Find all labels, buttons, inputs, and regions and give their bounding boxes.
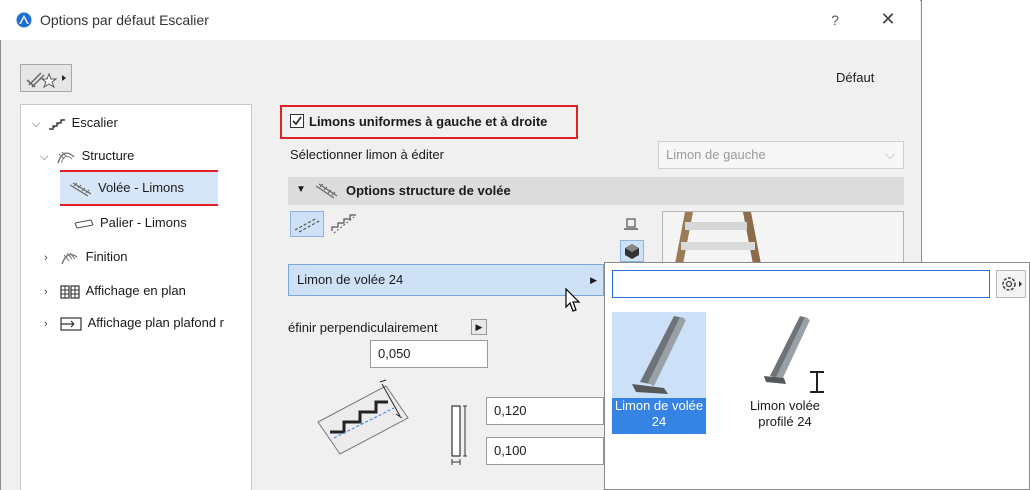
stair-icon <box>48 118 65 130</box>
section-title: Options structure de volée <box>346 183 511 198</box>
stringer-width-input[interactable]: 0,120 <box>486 397 604 425</box>
flat-stringer-mode-button[interactable] <box>290 211 324 237</box>
uniform-stringers-label: Limons uniformes à gauche et à droite <box>309 114 548 129</box>
tree-item-label: Structure <box>81 148 135 163</box>
landing-stringer-icon <box>74 219 94 229</box>
tree-item-volee-limons[interactable]: Volée - Limons <box>60 172 218 204</box>
tree-item-escalier[interactable]: ⌵ Escalier <box>32 112 118 134</box>
plan-view-icon <box>624 218 638 230</box>
3d-view-button[interactable] <box>620 240 644 262</box>
app-logo-icon <box>16 12 32 28</box>
stringer-profile-diagram <box>317 379 409 455</box>
select-stringer-dropdown[interactable]: Limon de gauche ⌵ <box>658 141 904 169</box>
profiled-stringer-thumbnail <box>764 316 824 393</box>
library-item-label: Limon volée <box>749 398 821 413</box>
stringer-type-dropdown[interactable]: Limon de volée 24 ▶ <box>288 264 604 296</box>
collapse-triangle-icon: ▼ <box>296 184 306 195</box>
chevron-down-icon: ⌵ <box>32 118 41 130</box>
library-search-input[interactable] <box>612 270 990 298</box>
default-label: Défaut <box>836 70 875 85</box>
offset-input[interactable]: 0,050 <box>370 340 488 368</box>
stepped-stringer-mode-button[interactable] <box>328 211 358 237</box>
section-dimension-diagram <box>451 405 467 465</box>
chevron-right-icon: › <box>44 318 48 330</box>
uniform-stringers-checkbox[interactable] <box>290 114 304 128</box>
tree-item-label: Affichage plan plafond r <box>87 315 224 330</box>
section-header[interactable]: ▼ Options structure de volée <box>288 177 904 205</box>
chevron-down-icon: ⌵ <box>40 151 49 163</box>
library-item-label: 24 <box>612 414 706 434</box>
finish-icon <box>61 252 77 264</box>
3d-view-icon <box>625 244 639 259</box>
window-title: Options par défaut Escalier <box>40 12 209 28</box>
sloped-stringer-icon <box>294 217 322 233</box>
chevron-right-icon: › <box>44 252 48 264</box>
select-stringer-label: Sélectionner limon à éditer <box>290 147 444 162</box>
mouse-cursor-icon <box>565 288 581 312</box>
favorites-button[interactable] <box>20 64 72 92</box>
tree-item-affichage-plan[interactable]: › Affichage en plan <box>44 280 186 302</box>
structure-icon <box>57 151 75 163</box>
library-settings-button[interactable] <box>996 270 1026 298</box>
triangle-right-icon: ▶ <box>590 275 597 285</box>
stringer-preview-image <box>663 212 903 262</box>
perpendicular-label: éfinir perpendiculairement <box>288 320 438 335</box>
tree-item-finition[interactable]: › Finition <box>44 246 128 268</box>
library-item-label: Limon de volée <box>612 398 706 414</box>
favorites-icon <box>26 72 66 89</box>
chevron-right-icon: › <box>44 286 48 298</box>
perpendicular-options-button[interactable]: ▶ <box>471 319 487 335</box>
stepped-stringer-icon <box>331 214 356 234</box>
stringer-type-value: Limon de volée 24 <box>297 272 404 287</box>
tree-item-palier-limons[interactable]: Palier - Limons <box>74 212 187 234</box>
triangle-right-icon: ▶ <box>475 322 483 332</box>
floor-plan-display-icon <box>60 284 80 299</box>
plan-view-button[interactable] <box>620 215 642 235</box>
tree-item-affichage-plafond[interactable]: › Affichage plan plafond r <box>44 312 224 334</box>
flight-stringer-icon <box>69 182 92 197</box>
stringer-depth-input[interactable]: 0,100 <box>486 437 604 465</box>
title-bar: Options par défaut Escalier ? ✕ <box>0 0 920 40</box>
tree-item-label: Volée - Limons <box>98 180 184 195</box>
library-item-limon-volee-profile-24[interactable]: Limon volée profilé 24 <box>738 312 832 434</box>
tree-item-label: Palier - Limons <box>100 215 187 230</box>
checkmark-icon <box>292 116 302 126</box>
flight-structure-icon <box>315 183 338 199</box>
gear-icon <box>1002 277 1022 291</box>
ceiling-plan-display-icon <box>60 316 82 331</box>
chevron-down-icon: ⌵ <box>885 147 895 162</box>
stringer-preview <box>662 211 904 263</box>
tree-item-label: Finition <box>85 249 128 264</box>
tree-item-label: Escalier <box>71 115 118 130</box>
close-button[interactable]: ✕ <box>868 8 908 32</box>
help-button[interactable]: ? <box>820 8 850 32</box>
tree-item-label: Affichage en plan <box>85 283 186 298</box>
library-item-label: profilé 24 <box>758 414 812 429</box>
select-stringer-value: Limon de gauche <box>666 147 766 162</box>
stringer-thumbnail <box>632 316 686 394</box>
library-item-limon-volee-24[interactable]: Limon de volée 24 <box>612 312 706 434</box>
tree-item-structure[interactable]: ⌵ Structure <box>40 145 134 167</box>
